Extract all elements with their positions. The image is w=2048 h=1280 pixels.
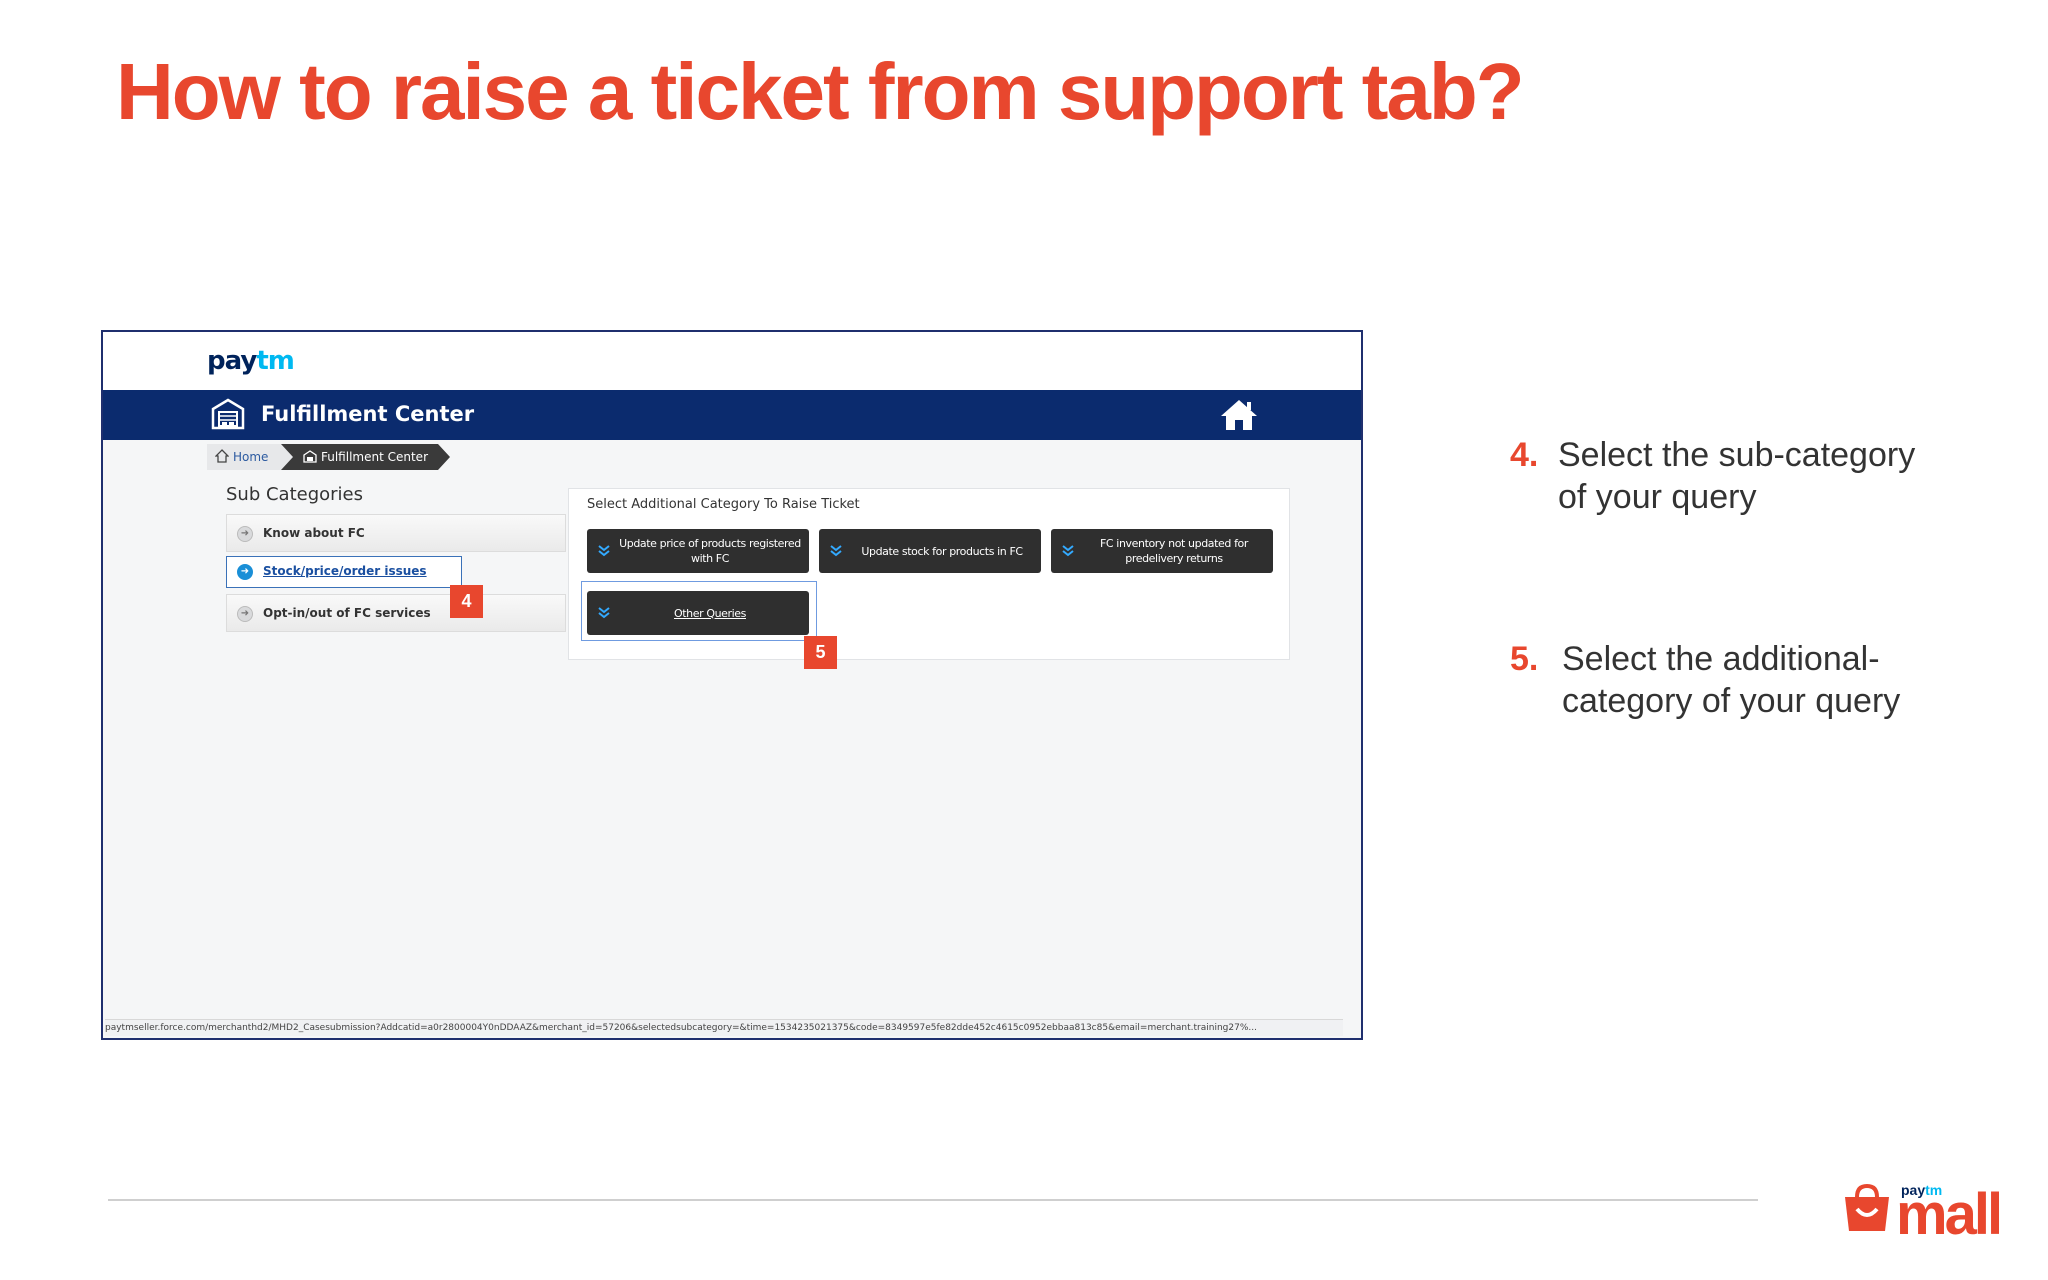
footer-divider [108,1199,1758,1201]
step-text-line2: category of your query [1562,682,1901,720]
warehouse-mini-icon [303,450,317,463]
chevron-down-icon [1062,545,1074,557]
logo-brand-suffix: tm [256,346,295,376]
warehouse-icon [211,398,245,430]
sub-category-label: Opt-in/out of FC services [263,606,431,620]
sub-category-label: Know about FC [263,526,365,540]
app-screenshot: paytm Fulfillment Center Home Fulfillmen… [101,330,1363,1040]
sub-category-opt-in-out[interactable]: ➜ Opt-in/out of FC services [226,594,566,632]
sub-category-label: Stock/price/order issues [263,564,427,578]
additional-category-heading: Select Additional Category To Raise Tick… [587,497,860,512]
paytm-logo[interactable]: paytm [207,346,295,376]
breadcrumb-home[interactable]: Home [207,444,297,470]
home-mini-icon [215,449,229,463]
step-number: 4. [1510,436,1539,474]
shopping-bag-icon [1845,1183,1889,1231]
sub-category-know-about-fc[interactable]: ➜ Know about FC [226,514,566,552]
sub-categories-title: Sub Categories [226,484,364,505]
app-topbar: paytm [103,332,1361,390]
logo-brand: pay [207,346,257,376]
home-icon[interactable] [1219,398,1259,432]
arrow-circle-icon: ➜ [237,526,253,542]
chevron-down-icon [598,545,610,557]
category-button-label: Update stock for products in FC [861,544,1023,558]
step-marker-5: 5 [804,636,837,669]
step-text-line2: of your query [1558,478,1757,516]
chevron-down-icon [830,545,842,557]
step-marker-4: 4 [450,585,483,618]
arrow-circle-icon: ➜ [237,564,253,580]
category-button-other-queries[interactable]: Other Queries [587,591,809,635]
nav-title: Fulfillment Center [261,402,475,426]
category-button-fc-inventory[interactable]: FC inventory not updated for predelivery… [1051,529,1273,573]
additional-category-panel: Select Additional Category To Raise Tick… [568,488,1290,660]
status-bar-url: paytmseller.force.com/merchanthd2/MHD2_C… [105,1019,1343,1036]
arrow-circle-icon: ➜ [237,606,253,622]
category-button-update-price[interactable]: Update price of products registered with… [587,529,809,573]
sub-category-stock-price-order[interactable]: ➜ Stock/price/order issues [226,556,462,588]
breadcrumb-current-label: Fulfillment Center [321,450,428,464]
step-number: 5. [1510,640,1539,678]
mall-logo-text: mall [1896,1182,2003,1247]
category-button-label: Other Queries [673,606,746,620]
app-navbar: Fulfillment Center [103,390,1361,440]
breadcrumb-home-label: Home [233,450,269,464]
breadcrumb-current: Fulfillment Center [281,444,450,470]
step-text-line1: Select the additional- [1562,640,1880,678]
step-text-line1: Select the sub-category [1558,436,1916,474]
category-button-label: FC inventory not updated for predelivery… [1099,537,1249,565]
slide-title: How to raise a ticket from support tab? [116,47,1525,136]
chevron-down-icon [598,607,610,619]
paytm-mall-logo: paytm mall [1843,1180,2023,1244]
category-button-update-stock[interactable]: Update stock for products in FC [819,529,1041,573]
category-button-label: Update price of products registered with… [619,537,801,565]
